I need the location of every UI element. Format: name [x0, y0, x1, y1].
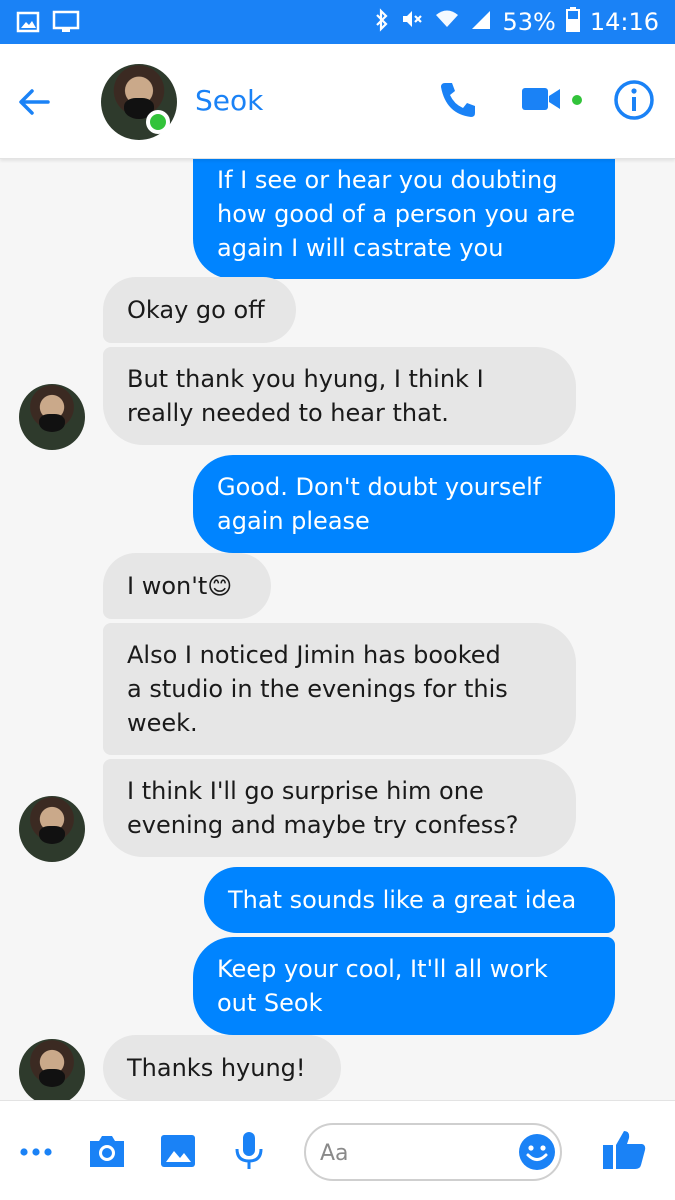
avatar-mask-shape [38, 1068, 66, 1088]
message-bubble-incoming[interactable]: Okay go off [103, 277, 296, 343]
gallery-icon [161, 1135, 195, 1167]
message-bubble-incoming[interactable]: Also I noticed Jimin has booked a studio… [103, 623, 576, 755]
message-bubble-outgoing[interactable]: If I see or hear you doubting how good o… [193, 159, 615, 279]
image-icon [16, 11, 40, 33]
video-camera-icon [522, 88, 560, 110]
back-arrow-icon [19, 89, 50, 115]
like-button[interactable] [600, 1127, 648, 1175]
message-composer [0, 1100, 675, 1200]
voice-record-button[interactable] [232, 1129, 266, 1177]
wifi-icon [434, 7, 460, 37]
camera-button[interactable] [86, 1131, 128, 1175]
phone-icon [441, 83, 475, 117]
online-status-indicator [146, 110, 170, 134]
conversation-header: Seok [0, 44, 675, 159]
contact-name[interactable]: Seok [195, 84, 263, 117]
message-bubble-incoming[interactable]: But thank you hyung, I think I really ne… [103, 347, 576, 445]
message-bubble-outgoing[interactable]: That sounds like a great idea [204, 867, 615, 933]
screen-icon [52, 10, 80, 32]
clock: 14:16 [589, 8, 659, 36]
avatar-mask-shape [38, 825, 66, 845]
message-bubble-incoming[interactable]: I won't😊 [103, 553, 271, 619]
sender-avatar[interactable] [19, 1039, 85, 1100]
status-left [16, 10, 80, 34]
message-bubble-incoming[interactable]: Thanks hyung! [103, 1035, 341, 1100]
mute-icon [400, 7, 424, 37]
signal-icon [470, 7, 492, 37]
message-input[interactable] [320, 1137, 510, 1169]
sender-avatar[interactable] [19, 384, 85, 450]
conversation-info-button[interactable] [612, 78, 656, 122]
battery-percent: 53% [502, 8, 556, 36]
video-active-dot [572, 95, 582, 105]
message-input-container[interactable] [304, 1123, 562, 1181]
voice-call-button[interactable] [436, 78, 480, 122]
microphone-icon [235, 1132, 263, 1169]
message-thread[interactable]: If I see or hear you doubting how good o… [0, 159, 675, 1100]
message-bubble-outgoing[interactable]: Keep your cool, It'll all work out Seok [193, 937, 615, 1035]
emoji-icon [519, 1134, 555, 1170]
more-icon [20, 1148, 52, 1156]
sender-avatar[interactable] [19, 796, 85, 862]
message-bubble-incoming[interactable]: I think I'll go surprise him one evening… [103, 759, 576, 857]
info-icon [614, 80, 654, 120]
bluetooth-icon [374, 7, 390, 37]
back-button[interactable] [12, 80, 56, 124]
emoji-button[interactable] [518, 1133, 556, 1171]
camera-icon [90, 1136, 124, 1167]
status-right: 53% 14:16 [374, 6, 659, 38]
thumbs-up-icon [603, 1131, 646, 1169]
video-call-button[interactable] [520, 82, 562, 116]
gallery-button[interactable] [158, 1131, 198, 1175]
more-options-button[interactable] [18, 1137, 54, 1171]
status-bar: 53% 14:16 [0, 0, 675, 44]
message-bubble-outgoing[interactable]: Good. Don't doubt yourself again please [193, 455, 615, 553]
battery-icon [565, 6, 580, 38]
avatar-mask-shape [38, 413, 66, 433]
